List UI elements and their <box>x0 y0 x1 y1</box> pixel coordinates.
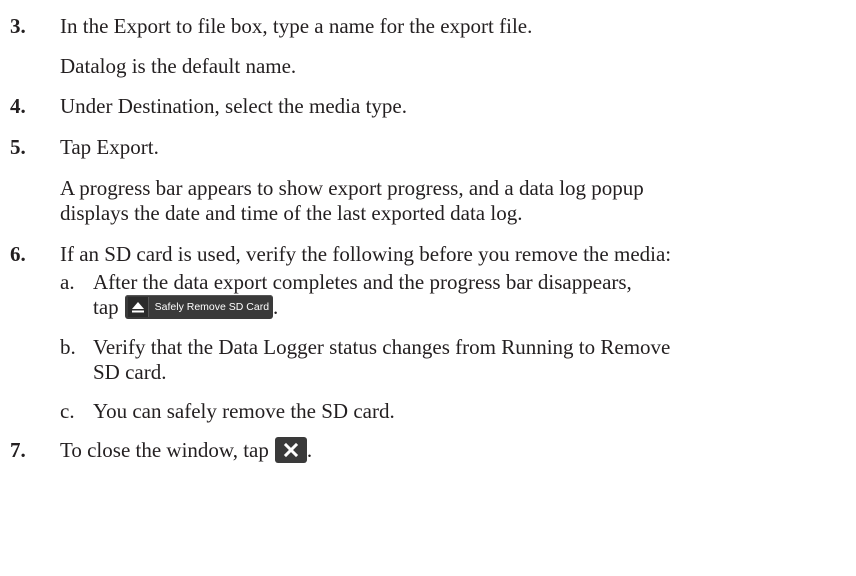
substep-letter: a. <box>60 270 75 294</box>
step-number: 3. <box>10 14 26 38</box>
close-icon <box>283 443 298 458</box>
step-number: 7. <box>10 438 26 462</box>
step-note: displays the date and time of the last e… <box>60 201 523 225</box>
substep-letter: c. <box>60 399 75 423</box>
step-period: . <box>306 438 313 462</box>
close-button[interactable] <box>274 437 307 464</box>
safely-remove-sd-card-button[interactable]: Safely Remove SD Card <box>124 295 274 320</box>
sd-button-label: Safely Remove SD Card <box>154 301 270 314</box>
substep-text-line: tap Safely Remove SD Card. <box>93 293 278 321</box>
step-note: A progress bar appears to show export pr… <box>60 176 644 200</box>
step-number: 6. <box>10 242 26 266</box>
step-number: 4. <box>10 94 26 118</box>
step-text: If an SD card is used, verify the follow… <box>60 242 672 266</box>
substep-text: tap <box>93 295 119 319</box>
substep-text: Verify that the Data Logger status chang… <box>93 335 671 359</box>
substep-text: You can safely remove the SD card. <box>93 399 395 423</box>
substep-text: SD card. <box>93 360 167 384</box>
substep-period: . <box>273 295 279 319</box>
step-text: Under Destination, select the media type… <box>60 94 407 118</box>
step-text: Tap Export. <box>60 135 159 159</box>
step-text: In the Export to file box, type a name f… <box>60 14 533 38</box>
step-note: Datalog is the default name. <box>60 54 297 78</box>
step-text-line: To close the window, tap. <box>60 436 312 465</box>
step-number: 5. <box>10 135 26 159</box>
eject-icon <box>127 297 149 318</box>
step-text: To close the window, tap <box>60 438 269 462</box>
substep-text: After the data export completes and the … <box>93 270 632 294</box>
substep-letter: b. <box>60 335 76 359</box>
